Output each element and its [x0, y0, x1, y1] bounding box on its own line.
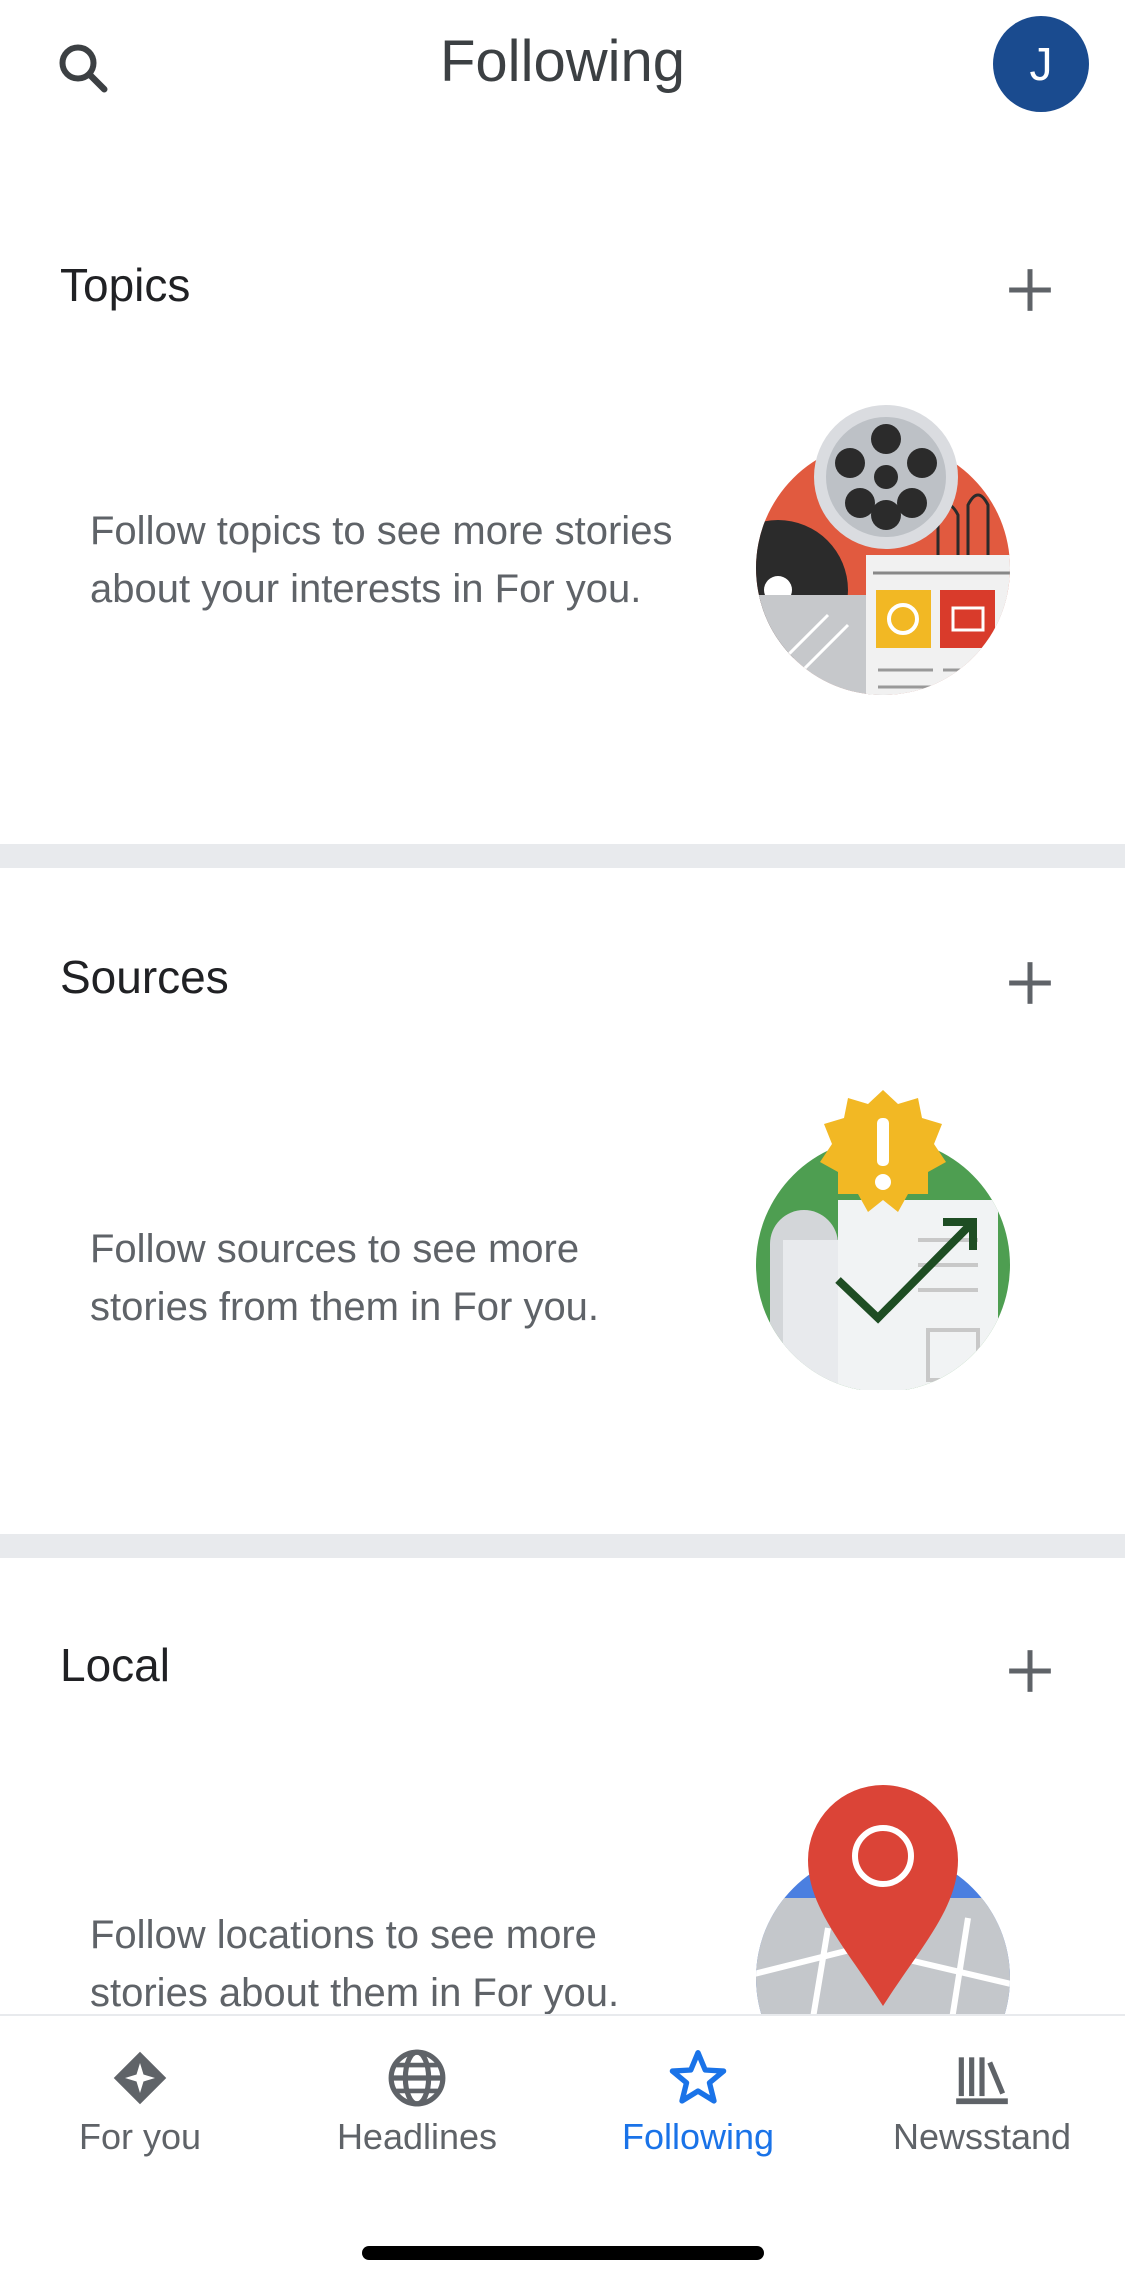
sources-description: Follow sources to see more stories from …	[90, 1227, 600, 1329]
sources-illustration	[738, 1090, 1028, 1392]
add-topic-button[interactable]	[995, 255, 1065, 325]
plus-icon	[1009, 962, 1051, 1004]
add-location-button[interactable]	[995, 1636, 1065, 1706]
page-title: Following	[440, 29, 685, 94]
nav-headlines[interactable]: Headlines	[277, 2046, 557, 2166]
topics-illustration	[738, 405, 1028, 695]
diamond-star-icon	[108, 2046, 172, 2110]
nav-label: Headlines	[336, 2116, 498, 2157]
topics-description: Follow topics to see more stories about …	[90, 509, 673, 611]
section-title-topics: Topics	[60, 259, 191, 311]
topics-section: Topics Follow topics to see more stories…	[0, 150, 1125, 844]
star-icon	[666, 2046, 730, 2110]
sources-section: Sources Follow sources to see more stori…	[0, 868, 1125, 1534]
top-app-bar: Following J	[0, 0, 1125, 130]
nav-newsstand[interactable]: Newsstand	[842, 2046, 1122, 2166]
plus-icon	[1009, 269, 1051, 311]
nav-label: Following	[621, 2116, 775, 2157]
newsstand-icon	[950, 2046, 1014, 2110]
local-section: Local Follow locations to see more stori…	[0, 1558, 1125, 2015]
section-title-local: Local	[60, 1639, 170, 1691]
section-divider	[0, 1534, 1125, 1558]
section-title-sources: Sources	[60, 951, 229, 1003]
globe-icon	[385, 2046, 449, 2110]
nav-label: For you	[78, 2116, 202, 2157]
nav-label: Newsstand	[892, 2116, 1072, 2157]
nav-for-you[interactable]: For you	[0, 2046, 280, 2166]
local-illustration	[738, 1778, 1028, 2014]
plus-icon	[1009, 1650, 1051, 1692]
section-divider	[0, 844, 1125, 868]
avatar[interactable]: J	[993, 16, 1089, 112]
nav-following[interactable]: Following	[558, 2046, 838, 2166]
home-indicator[interactable]	[362, 2246, 764, 2260]
add-source-button[interactable]	[995, 948, 1065, 1018]
local-description: Follow locations to see more stories abo…	[90, 1913, 620, 2015]
